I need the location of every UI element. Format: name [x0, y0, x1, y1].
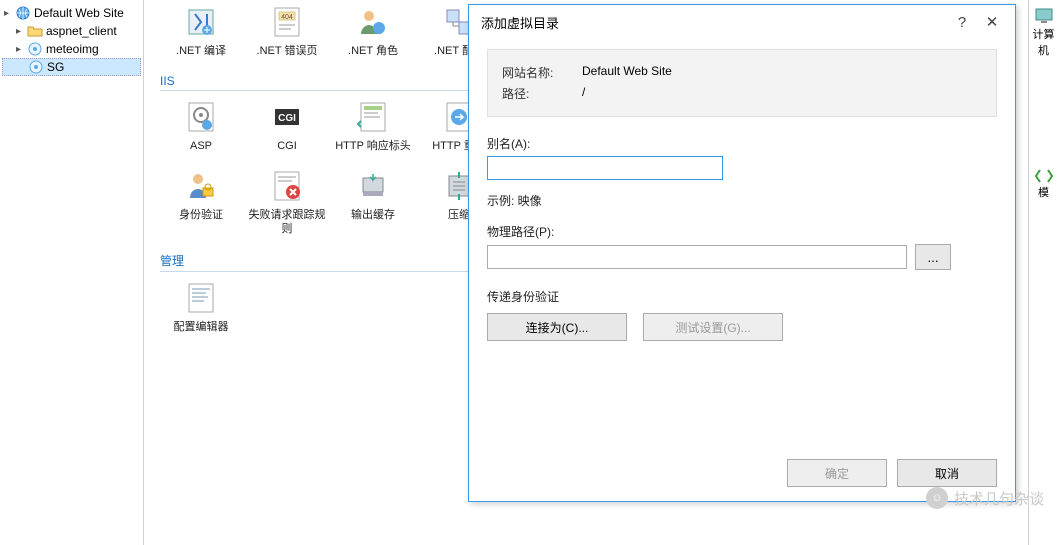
- physical-path-input[interactable]: [487, 245, 907, 269]
- asp-feature[interactable]: ASP: [158, 99, 244, 153]
- site-name-label: 网站名称:: [502, 64, 582, 81]
- add-virtual-directory-dialog: 添加虚拟目录 ? ✕ 网站名称:Default Web Site 路径:/ 别名…: [468, 4, 1016, 502]
- output-cache-icon: [355, 168, 391, 204]
- ok-button: 确定: [787, 459, 887, 487]
- feature-label: .NET 编译: [158, 44, 244, 58]
- close-button[interactable]: ✕: [977, 13, 1007, 31]
- expand-icon[interactable]: ▸: [16, 44, 27, 55]
- config-editor-icon: [183, 280, 219, 316]
- config-editor-feature[interactable]: 配置编辑器: [158, 280, 244, 334]
- tree-app[interactable]: ▸ meteoimg: [2, 40, 141, 58]
- auth-feature[interactable]: 身份验证: [158, 168, 244, 222]
- asp-icon: [183, 99, 219, 135]
- feature-label: 身份验证: [158, 208, 244, 222]
- output-cache-feature[interactable]: 输出缓存: [330, 168, 416, 222]
- alias-label: 别名(A):: [487, 135, 997, 152]
- net-compile-icon: [183, 4, 219, 40]
- svg-text:404: 404: [281, 14, 293, 21]
- wechat-icon: ☺: [926, 487, 948, 509]
- help-button[interactable]: ?: [947, 14, 977, 31]
- tree-label: SG: [47, 60, 64, 74]
- site-name-value: Default Web Site: [582, 64, 672, 81]
- feature-label: .NET 角色: [330, 44, 416, 58]
- feature-label: 失败请求跟踪规则: [244, 208, 330, 237]
- physical-path-label: 物理路径(P):: [487, 223, 997, 240]
- cgi-feature[interactable]: CGI CGI: [244, 99, 330, 153]
- alias-input[interactable]: [487, 156, 723, 180]
- auth-icon: [183, 168, 219, 204]
- path-label: 路径:: [502, 85, 582, 102]
- feature-label: CGI: [244, 139, 330, 153]
- passthrough-label: 传递身份验证: [487, 288, 997, 305]
- computer-icon[interactable]: 计算机: [1029, 6, 1058, 58]
- template-icon[interactable]: 模: [1029, 168, 1058, 200]
- expand-icon[interactable]: ▸: [16, 26, 27, 37]
- cgi-icon: CGI: [269, 99, 305, 135]
- feature-label: HTTP 响应标头: [330, 139, 416, 153]
- browse-button[interactable]: ...: [915, 244, 951, 270]
- expand-icon[interactable]: ▸: [4, 8, 15, 19]
- failed-trace-feature[interactable]: 失败请求跟踪规则: [244, 168, 330, 237]
- example-text: 示例: 映像: [487, 192, 997, 209]
- site-info-box: 网站名称:Default Web Site 路径:/: [487, 49, 997, 117]
- connections-tree: ▸ Default Web Site ▸ aspnet_client ▸ met…: [0, 0, 144, 545]
- net-roles-icon: [355, 4, 391, 40]
- test-settings-button: 测试设置(G)...: [643, 313, 783, 341]
- tree-label: aspnet_client: [46, 24, 117, 38]
- app-icon: [27, 41, 43, 57]
- feature-label: .NET 错误页: [244, 44, 330, 58]
- folder-icon: [27, 23, 43, 39]
- feature-label: 配置编辑器: [158, 320, 244, 334]
- tree-label: Default Web Site: [34, 6, 124, 20]
- net-roles-feature[interactable]: .NET 角色: [330, 4, 416, 58]
- dialog-titlebar[interactable]: 添加虚拟目录 ? ✕: [469, 5, 1015, 39]
- watermark: ☺ 技术几句杂谈: [926, 487, 1044, 509]
- dialog-title: 添加虚拟目录: [481, 13, 559, 32]
- globe-icon: [15, 5, 31, 21]
- tree-label: meteoimg: [46, 42, 99, 56]
- tree-folder[interactable]: ▸ aspnet_client: [2, 22, 141, 40]
- tree-app-selected[interactable]: SG: [2, 58, 141, 76]
- net-compile-feature[interactable]: .NET 编译: [158, 4, 244, 58]
- svg-text:CGI: CGI: [278, 113, 296, 124]
- actions-pane: 计算机 模: [1028, 0, 1058, 545]
- net-error-feature[interactable]: 404 .NET 错误页: [244, 4, 330, 58]
- app-icon: [28, 59, 44, 75]
- failed-trace-icon: [269, 168, 305, 204]
- cancel-button[interactable]: 取消: [897, 459, 997, 487]
- tree-site[interactable]: ▸ Default Web Site: [2, 4, 141, 22]
- feature-label: 输出缓存: [330, 208, 416, 222]
- http-headers-icon: [355, 99, 391, 135]
- connect-as-button[interactable]: 连接为(C)...: [487, 313, 627, 341]
- net-error-icon: 404: [269, 4, 305, 40]
- path-value: /: [582, 85, 585, 102]
- http-headers-feature[interactable]: HTTP 响应标头: [330, 99, 416, 153]
- feature-label: ASP: [158, 139, 244, 153]
